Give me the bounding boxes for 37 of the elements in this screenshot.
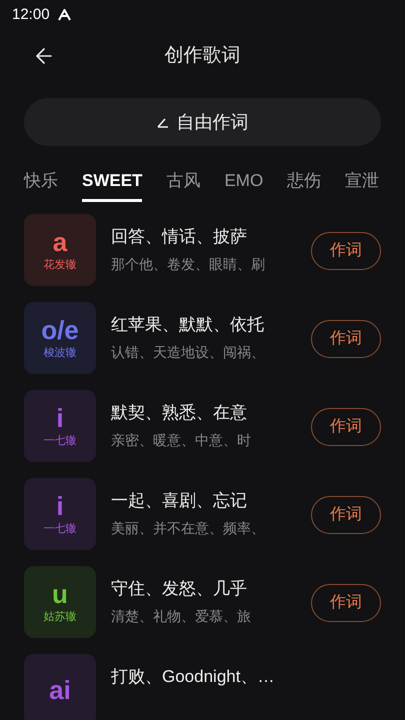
category-tab[interactable]: 悲伤 xyxy=(287,168,322,202)
rhyme-name: 一七辙 xyxy=(44,522,76,537)
category-tab[interactable]: 快乐 xyxy=(24,168,58,202)
category-tab[interactable]: 宣泄 xyxy=(345,168,380,202)
rhyme-title: 回答、情话、披萨 xyxy=(111,226,248,248)
rhyme-letter: a xyxy=(52,227,68,257)
rhyme-letter: i xyxy=(56,491,64,521)
category-tab[interactable]: 古风 xyxy=(166,168,200,202)
rhyme-examples: 清楚、礼物、爱慕、旅 xyxy=(111,606,252,626)
write-lyrics-button[interactable]: 作词 xyxy=(311,584,381,622)
rhyme-letter: ai xyxy=(49,675,71,705)
rhyme-name: 花发辙 xyxy=(44,258,76,273)
write-lyrics-button[interactable]: 作词 xyxy=(311,496,381,534)
pencil-icon xyxy=(156,116,168,128)
rhyme-examples: 美丽、并不在意、频率、 xyxy=(111,518,266,538)
status-time: 12:00 xyxy=(12,4,50,25)
rhyme-letter: u xyxy=(52,579,68,609)
write-lyrics-button[interactable]: 作词 xyxy=(311,320,381,358)
rhyme-name: 一七辙 xyxy=(44,434,76,449)
rhyme-title: 一起、喜剧、忘记 xyxy=(111,490,248,512)
category-tab[interactable]: EMO xyxy=(224,168,264,202)
page-title: 创作歌词 xyxy=(164,44,240,68)
rhyme-name: 姑苏辙 xyxy=(44,610,76,625)
rhyme-title: 默契、熟悉、在意 xyxy=(111,402,248,424)
rhyme-title: 打败、Goodnight、… xyxy=(111,666,276,688)
rhyme-title: 守住、发怒、几乎 xyxy=(111,578,248,600)
category-tab[interactable]: SWEET xyxy=(82,168,142,202)
rhyme-examples: 认错、天造地设、闯祸、 xyxy=(111,342,266,362)
rhyme-letter: i xyxy=(56,403,64,433)
rhyme-letter: o/e xyxy=(41,315,79,345)
write-lyrics-button[interactable]: 作词 xyxy=(311,232,381,270)
rhyme-name: 梭波辙 xyxy=(44,346,76,361)
rhyme-examples: 亲密、暖意、中意、时 xyxy=(111,430,252,450)
rhyme-examples: 那个他、卷发、眼睛、刷 xyxy=(111,254,266,274)
free-write-button[interactable]: 自由作词 xyxy=(24,98,381,146)
rhyme-title: 红苹果、默默、依托 xyxy=(111,314,265,336)
write-lyrics-button[interactable]: 作词 xyxy=(311,408,381,446)
